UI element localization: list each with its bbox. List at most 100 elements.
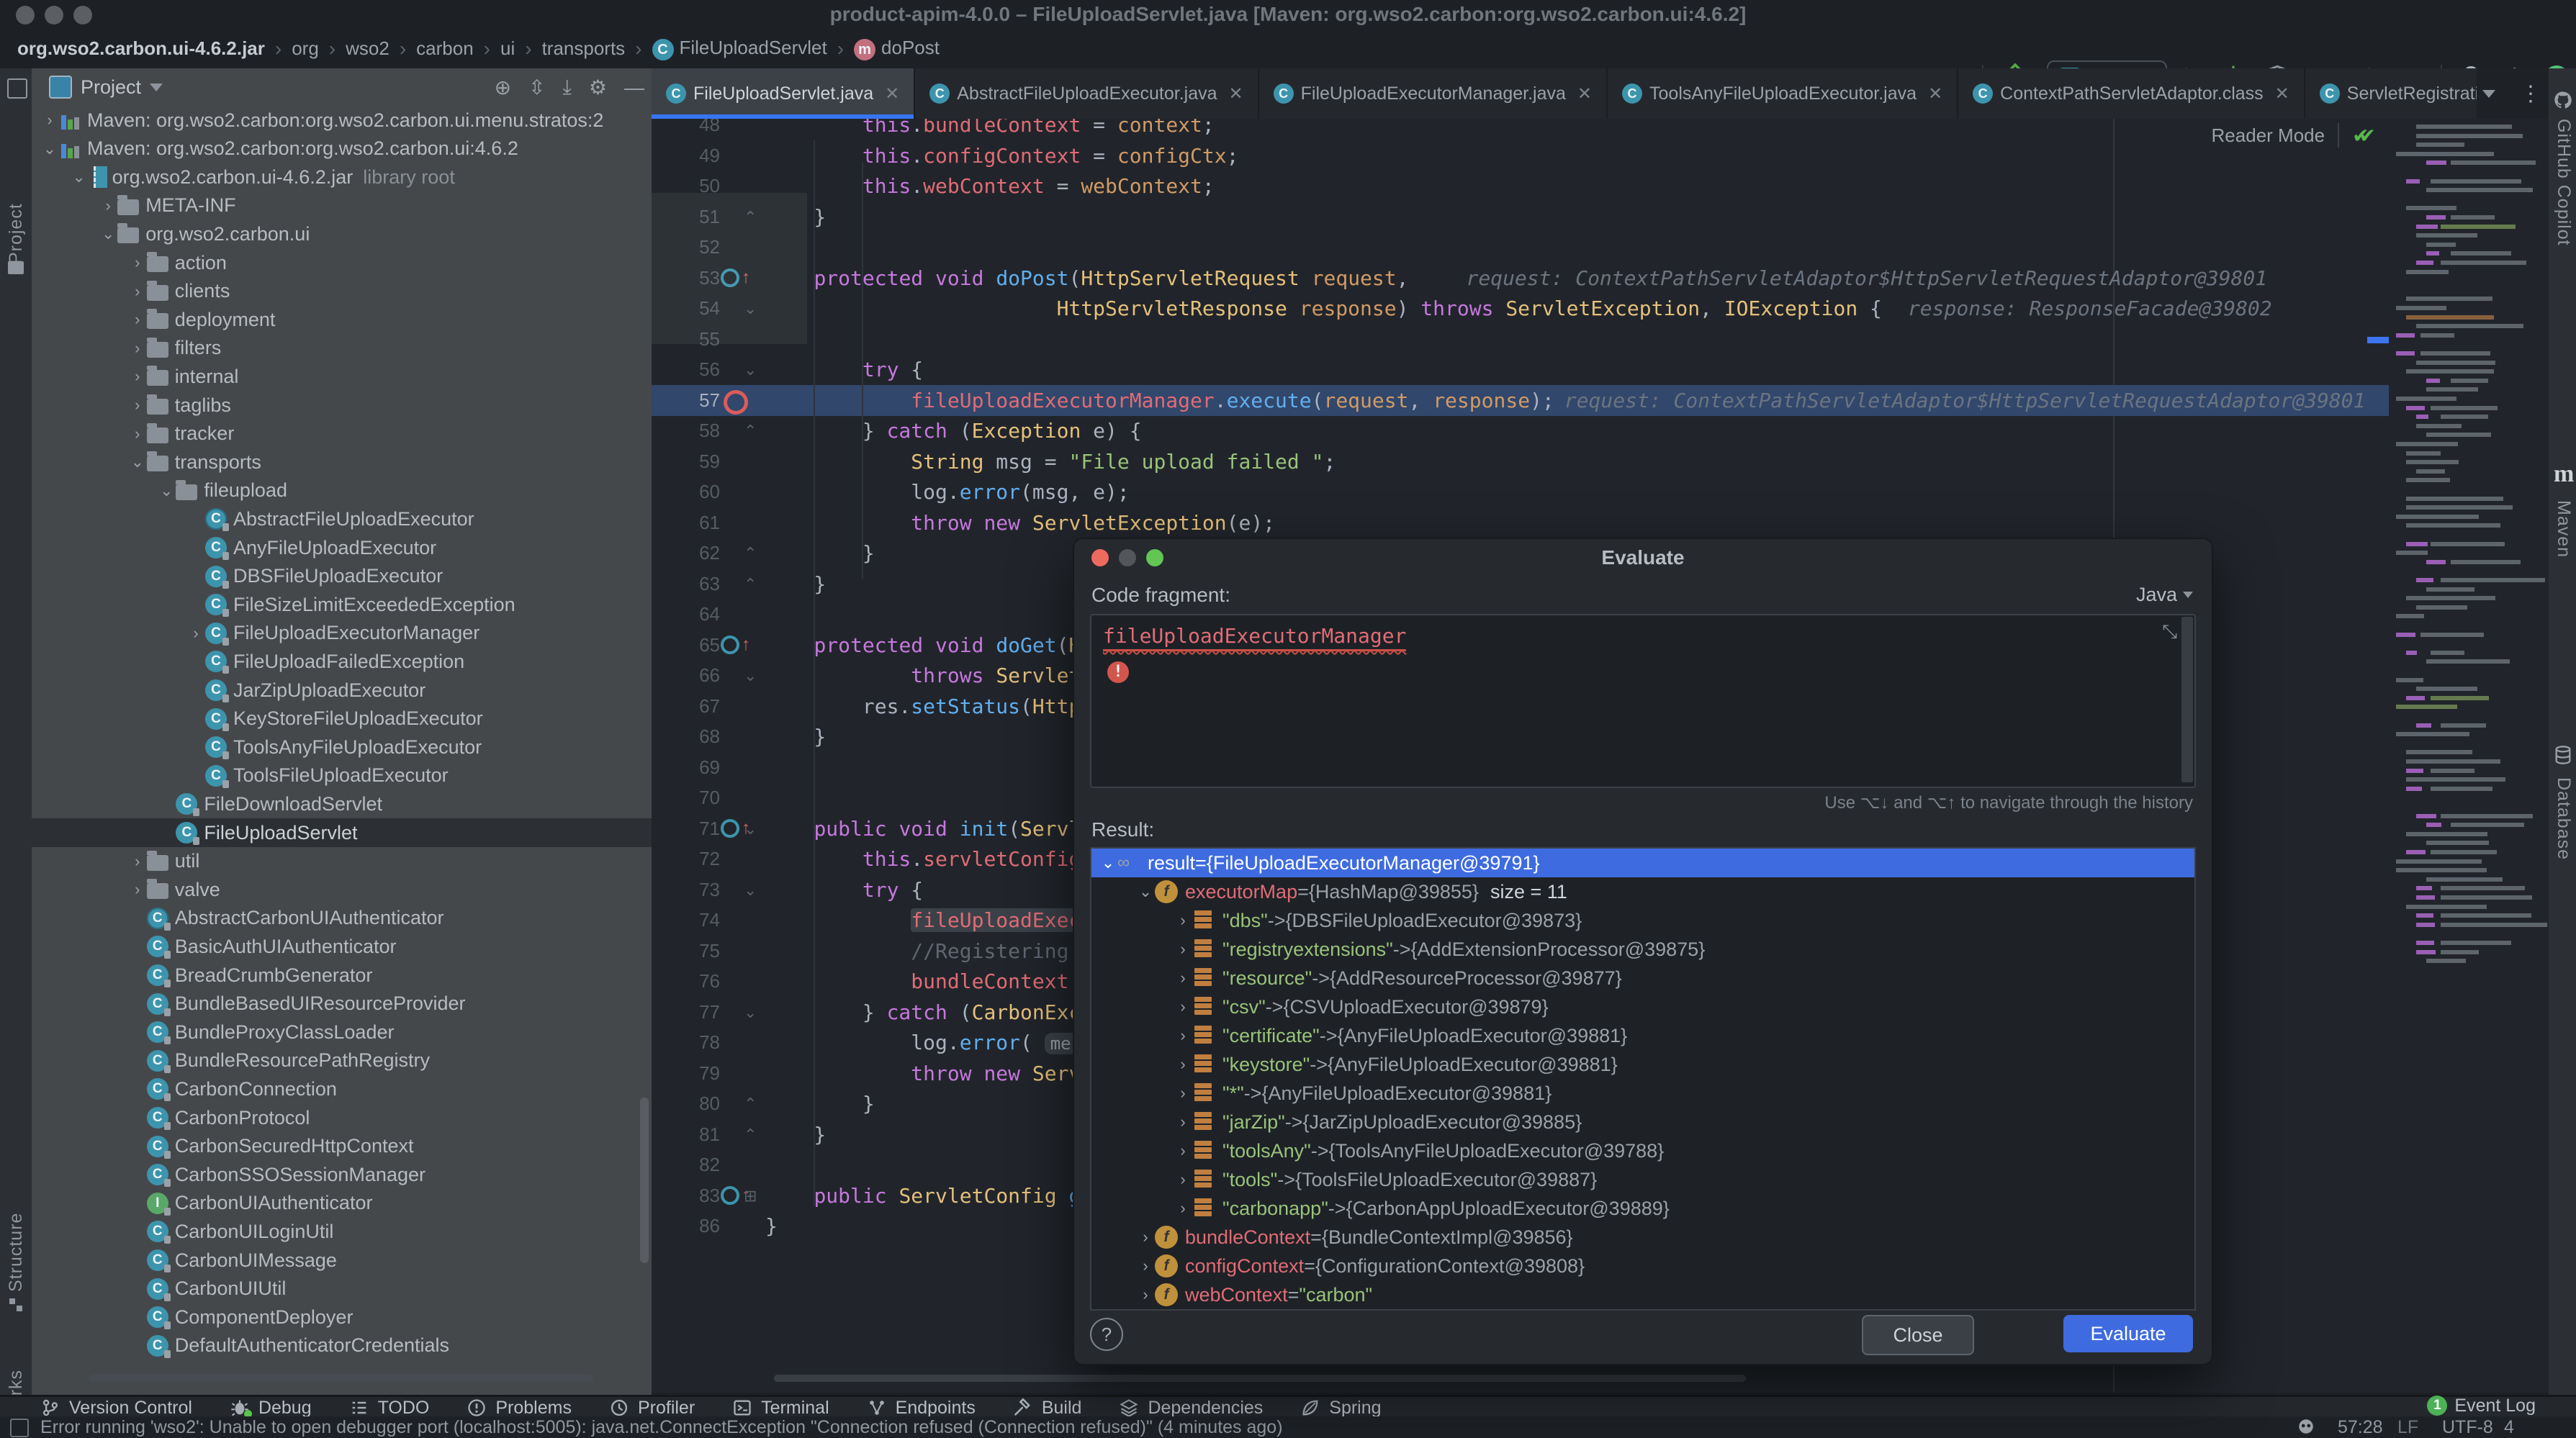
tree-item-abstractcarbonuiauthenticator[interactable]: CAbstractCarbonUIAuthenticator	[32, 904, 652, 933]
fold-marker-icon[interactable]: ⌄	[744, 660, 757, 691]
tree-item-valve[interactable]: ›valve	[32, 875, 652, 904]
copilot-status-icon[interactable]	[2297, 1416, 2315, 1438]
tree-item-fileupload[interactable]: ⌄fileupload	[32, 476, 652, 505]
bookmarks-icon[interactable]	[7, 1296, 24, 1317]
input-scrollbar[interactable]	[2181, 617, 2193, 782]
line-number[interactable]: 71	[652, 813, 720, 844]
line-number[interactable]: 64	[652, 599, 720, 630]
fold-marker-icon[interactable]: ⌃	[744, 538, 757, 569]
chevron-collapsed-icon[interactable]: ›	[1136, 1285, 1155, 1304]
line-number[interactable]: 69	[652, 752, 720, 783]
line-number[interactable]: 58	[652, 415, 720, 446]
tree-item-action[interactable]: ›action	[32, 248, 652, 277]
tree-item-componentdeployer[interactable]: CComponentDeployer	[32, 1303, 652, 1331]
chevron-collapsed-icon[interactable]: ›	[186, 624, 205, 643]
chevron-expanded-icon[interactable]: ⌄	[157, 481, 176, 500]
tree-item-tracker[interactable]: ›tracker	[32, 420, 652, 448]
line-number[interactable]: 57	[652, 385, 720, 416]
fold-expand-icon[interactable]: ⊞	[744, 1180, 757, 1211]
editor-tab[interactable]: CAbstractFileUploadExecutor.java✕	[915, 68, 1258, 119]
result-row[interactable]: ›"toolsAny" -> {ToolsAnyFileUploadExecut…	[1091, 1136, 2194, 1165]
breakpoint-icon[interactable]	[724, 390, 748, 415]
line-number[interactable]: 60	[652, 476, 720, 507]
chevron-collapsed-icon[interactable]: ›	[128, 880, 147, 899]
line-number[interactable]: 81	[652, 1119, 720, 1150]
chevron-collapsed-icon[interactable]: ›	[128, 852, 147, 871]
line-number[interactable]: 59	[652, 446, 720, 477]
fold-marker-icon[interactable]: ⌄	[744, 354, 757, 385]
language-selector[interactable]: Java	[2136, 584, 2193, 606]
hidden-tabs-chevron-icon[interactable]	[2482, 90, 2495, 98]
tree-item-carbonprotocol[interactable]: CCarbonProtocol	[32, 1103, 652, 1132]
tree-item-dbsfileuploadexecutor[interactable]: CDBSFileUploadExecutor	[32, 562, 652, 591]
caret-position-widget[interactable]: 57:28	[2338, 1416, 2383, 1438]
tree-item-bundleproxyclassloader[interactable]: CBundleProxyClassLoader	[32, 1018, 652, 1046]
status-message[interactable]: Error running 'wso2': Unable to open deb…	[40, 1416, 1283, 1438]
tree-item-fileuploadservlet[interactable]: CFileUploadServlet	[32, 818, 652, 847]
tool-window-button-version-control[interactable]: Version Control	[40, 1398, 192, 1419]
result-row[interactable]: ›"carbonapp" -> {CarbonAppUploadExecutor…	[1091, 1194, 2194, 1223]
project-tool-icon[interactable]	[7, 78, 27, 99]
tree-item-carbonuimessage[interactable]: CCarbonUIMessage	[32, 1246, 652, 1275]
fold-marker-icon[interactable]: ⌄	[744, 813, 757, 844]
tree-item-filesizelimitexceededexception[interactable]: CFileSizeLimitExceededException	[32, 590, 652, 619]
chevron-collapsed-icon[interactable]: ›	[128, 367, 147, 386]
editor-tab[interactable]: CContextPathServletAdaptor.class✕	[1958, 68, 2305, 119]
tool-window-switcher-icon[interactable]	[10, 1419, 29, 1437]
github-copilot-icon[interactable]	[2553, 90, 2573, 114]
line-number[interactable]: 80	[652, 1088, 720, 1119]
line-number[interactable]: 78	[652, 1027, 720, 1058]
tree-item-deployment[interactable]: ›deployment	[32, 305, 652, 334]
fold-marker-icon[interactable]: ⌄	[744, 997, 757, 1028]
chevron-collapsed-icon[interactable]: ›	[1174, 1199, 1192, 1218]
tree-item-carbonsecuredhttpcontext[interactable]: CCarbonSecuredHttpContext	[32, 1132, 652, 1161]
line-number[interactable]: 77	[652, 997, 720, 1028]
tree-item-anyfileuploadexecutor[interactable]: CAnyFileUploadExecutor	[32, 533, 652, 562]
tree-item-abstractfileuploadexecutor[interactable]: CAbstractFileUploadExecutor	[32, 505, 652, 533]
sidebar-item-structure[interactable]: Structure	[6, 1134, 27, 1292]
chevron-collapsed-icon[interactable]: ›	[40, 111, 59, 130]
line-number[interactable]: 76	[652, 966, 720, 997]
chevron-collapsed-icon[interactable]: ›	[128, 253, 147, 272]
result-row[interactable]: ›fbundleContext = {BundleContextImpl@398…	[1091, 1223, 2194, 1252]
result-row[interactable]: ›fconfigContext = {ConfigurationContext@…	[1091, 1252, 2194, 1280]
tree-item-filters[interactable]: ›filters	[32, 334, 652, 363]
chevron-collapsed-icon[interactable]: ›	[1174, 1141, 1192, 1160]
line-number[interactable]: 75	[652, 936, 720, 967]
editor-horizontal-scrollbar[interactable]	[774, 1375, 1746, 1382]
chevron-collapsed-icon[interactable]: ›	[1174, 1170, 1192, 1189]
line-number[interactable]: 86	[652, 1211, 720, 1242]
tab-options-kebab-icon[interactable]: ⋮	[2520, 81, 2543, 107]
breadcrumb-item[interactable]: ui	[500, 37, 515, 60]
chevron-expanded-icon[interactable]: ⌄	[128, 453, 147, 471]
chevron-collapsed-icon[interactable]: ›	[1136, 1257, 1155, 1275]
tree-item-org-wso2-carbon-ui-4-6-2-jar[interactable]: ⌄org.wso2.carbon.ui-4.6.2.jarlibrary roo…	[32, 163, 652, 191]
sidebar-item-github-copilot[interactable]: GitHub Copilot	[2553, 119, 2574, 421]
breadcrumb-item[interactable]: wso2	[346, 37, 389, 60]
line-number[interactable]: 61	[652, 507, 720, 538]
tree-item-meta-inf[interactable]: ›META-INF	[32, 191, 652, 220]
chevron-collapsed-icon[interactable]: ›	[1174, 911, 1192, 930]
locate-file-icon[interactable]: ⊕	[495, 76, 511, 99]
indent-widget[interactable]: 4 spaces	[2504, 1416, 2576, 1438]
collapse-all-icon[interactable]: ⤓	[563, 76, 572, 99]
chevron-collapsed-icon[interactable]: ›	[128, 282, 147, 301]
chevron-expanded-icon[interactable]: ⌄	[99, 225, 117, 243]
close-tab-icon[interactable]: ✕	[885, 83, 899, 104]
chevron-collapsed-icon[interactable]: ›	[1174, 998, 1192, 1016]
panel-settings-gear-icon[interactable]: ⚙	[589, 76, 607, 99]
tree-item-jarzipuploadexecutor[interactable]: CJarZipUploadExecutor	[32, 676, 652, 705]
tool-window-button-debug[interactable]: Debug	[230, 1398, 312, 1419]
breadcrumb-item[interactable]: CFileUploadServlet	[652, 37, 827, 61]
breadcrumb-item[interactable]: carbon	[416, 37, 474, 60]
editor-tab[interactable]: CToolsAnyFileUploadExecutor.java✕	[1608, 68, 1958, 119]
encoding-widget[interactable]: UTF-8	[2442, 1416, 2493, 1438]
breadcrumb-item[interactable]: org.wso2.carbon.ui-4.6.2.jar	[17, 37, 265, 60]
breadcrumb-item[interactable]: transports	[542, 37, 626, 60]
chevron-collapsed-icon[interactable]: ›	[1174, 940, 1192, 959]
expand-input-icon[interactable]: ⤡	[2162, 621, 2177, 643]
tool-window-button-profiler[interactable]: Profiler	[609, 1398, 695, 1419]
chevron-collapsed-icon[interactable]: ›	[1174, 969, 1192, 987]
line-number[interactable]: 73	[652, 874, 720, 905]
editor-tab[interactable]: CFileUploadServlet.java✕	[652, 68, 915, 119]
